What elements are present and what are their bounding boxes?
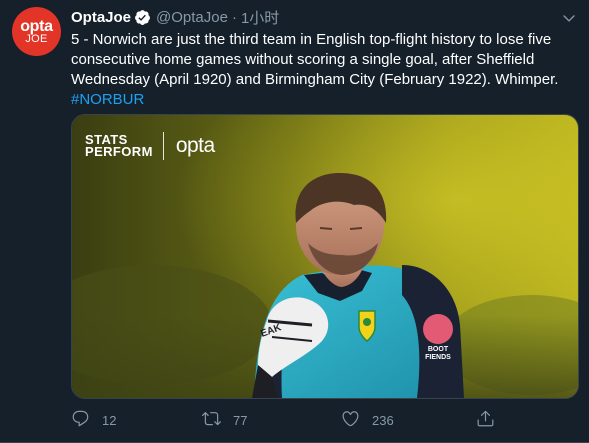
retweet-button[interactable]: 77 [202,409,247,431]
reply-icon [71,409,90,431]
separator-dot: · [231,8,237,26]
sleeve-badge-text-1: BOOT [428,346,449,353]
tweet-actions: 12 77 236 [71,409,511,431]
tweet-body: 5 - Norwich are just the third team in E… [71,31,559,88]
retweet-count: 77 [233,412,248,428]
avatar-line1: opta [20,17,53,35]
stats-perform-opta-logo: STATS PERFORM opta [85,132,215,160]
hashtag-link[interactable]: #NORBUR [71,91,144,108]
heart-icon [341,409,360,431]
retweet-icon [202,409,221,431]
like-button[interactable]: 236 [341,409,394,431]
more-options-chevron-icon[interactable] [559,8,579,28]
brand-divider [162,132,164,160]
share-button[interactable] [476,409,495,431]
brand-perform-text: PERFORM [85,144,153,159]
tweet-timestamp[interactable]: 1小时 [241,7,279,28]
reply-count: 12 [102,412,117,428]
like-count: 236 [372,412,394,428]
tweet-text: 5 - Norwich are just the third team in E… [71,30,577,110]
brand-opta-text: opta [175,134,215,157]
avatar[interactable]: opta JOE [12,7,61,56]
reply-button[interactable]: 12 [71,409,116,431]
sleeve-badge-text-2: FIENDS [425,354,451,361]
avatar-line2: JOE [25,32,48,45]
author-name[interactable]: OptaJoe [71,9,131,26]
tweet-photo[interactable]: BOOT FIENDS EAK STATS PERFORM opta [71,114,579,399]
share-icon [476,409,495,431]
verified-badge-icon [134,9,151,26]
tweet[interactable]: opta JOE OptaJoe @OptaJoe · 1小时 5 - Norw… [0,0,589,443]
tweet-header: OptaJoe @OptaJoe · 1小时 [71,7,279,27]
author-handle[interactable]: @OptaJoe [156,9,228,26]
